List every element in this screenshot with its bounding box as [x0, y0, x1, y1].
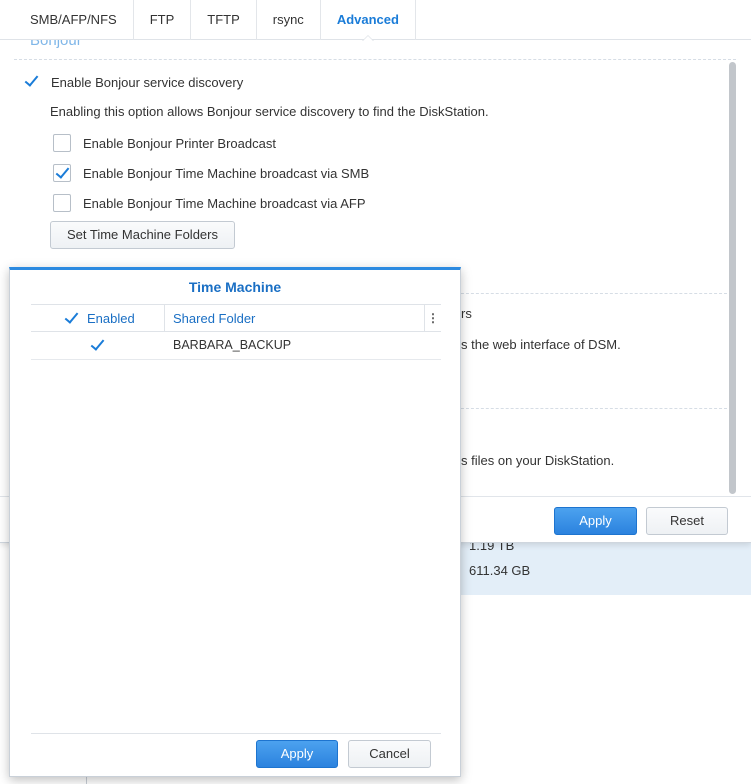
reset-button[interactable]: Reset	[646, 507, 728, 535]
column-header-shared-folder[interactable]: Shared Folder	[173, 305, 255, 332]
tm-smb-checkbox[interactable]	[53, 164, 71, 182]
bonjour-description-text: Enabling this option allows Bonjour serv…	[50, 104, 489, 119]
tm-afp-checkbox[interactable]	[53, 194, 71, 212]
section-header-bonjour: Bonjour	[14, 40, 736, 60]
grid-header: Enabled Shared Folder ⋮	[31, 304, 441, 332]
enable-bonjour-label: Enable Bonjour service discovery	[51, 74, 244, 90]
tm-afp-label: Enable Bonjour Time Machine broadcast vi…	[83, 195, 366, 211]
bonjour-description: Enabling this option allows Bonjour serv…	[50, 104, 489, 119]
select-all-checkbox[interactable]	[63, 310, 81, 328]
section-title: Bonjour	[30, 40, 82, 49]
enabled-column-label: Enabled	[87, 311, 135, 326]
time-machine-dialog: Time Machine Enabled Shared Folder ⋮ BAR…	[9, 267, 461, 777]
column-header-enabled[interactable]: Enabled	[31, 305, 165, 332]
partial-text-2: s the web interface of DSM.	[461, 337, 621, 352]
tab-rsync[interactable]: rsync	[257, 0, 321, 40]
row-shared-folder: BARBARA_BACKUP	[173, 338, 292, 352]
tm-smb-row[interactable]: Enable Bonjour Time Machine broadcast vi…	[53, 164, 369, 182]
tab-tftp[interactable]: TFTP	[191, 0, 257, 40]
tm-afp-row[interactable]: Enable Bonjour Time Machine broadcast vi…	[53, 194, 366, 212]
printer-broadcast-label: Enable Bonjour Printer Broadcast	[83, 135, 276, 151]
dialog-apply-button[interactable]: Apply	[256, 740, 338, 768]
tab-advanced[interactable]: Advanced	[321, 0, 416, 41]
shared-folder-grid: Enabled Shared Folder ⋮ BARBARA_BACKUP	[31, 304, 441, 734]
partial-text-1: rs	[461, 306, 472, 321]
tab-ftp[interactable]: FTP	[134, 0, 192, 40]
printer-broadcast-row[interactable]: Enable Bonjour Printer Broadcast	[53, 134, 276, 152]
dialog-title: Time Machine	[188, 279, 282, 295]
partial-text-3: s files on your DiskStation.	[461, 453, 615, 468]
tab-bar: SMB/AFP/NFS FTP TFTP rsync Advanced	[0, 0, 751, 41]
set-time-machine-folders-button[interactable]: Set Time Machine Folders	[50, 221, 235, 249]
column-menu-icon[interactable]: ⋮	[424, 305, 441, 332]
dialog-cancel-button[interactable]: Cancel	[348, 740, 431, 768]
printer-broadcast-checkbox[interactable]	[53, 134, 71, 152]
scrollbar-thumb[interactable]	[729, 62, 736, 494]
enable-bonjour-checkbox[interactable]	[23, 73, 41, 91]
tab-smb-afp-nfs[interactable]: SMB/AFP/NFS	[14, 0, 134, 40]
enable-bonjour-row[interactable]: Enable Bonjour service discovery	[23, 73, 243, 91]
table-row[interactable]: BARBARA_BACKUP	[31, 332, 441, 360]
tm-smb-label: Enable Bonjour Time Machine broadcast vi…	[83, 165, 370, 181]
background-value-2: 611.34 GB	[469, 563, 531, 578]
apply-button[interactable]: Apply	[554, 507, 637, 535]
section-divider-2	[461, 408, 727, 409]
section-divider-1	[461, 293, 727, 294]
row-enabled-checkbox[interactable]	[89, 337, 107, 355]
